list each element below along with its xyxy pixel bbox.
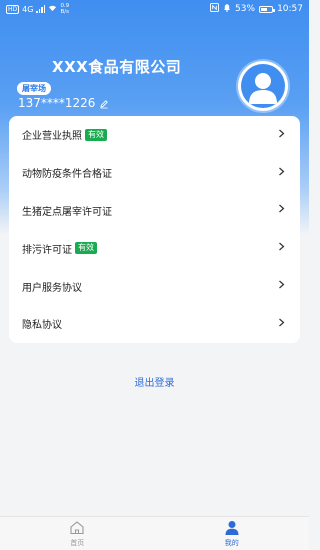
- chevron-right-icon: [278, 318, 285, 330]
- valid-badge: 有效: [85, 128, 107, 141]
- battery-percent: 53%: [235, 4, 256, 14]
- valid-badge: 有效: [75, 242, 97, 255]
- avatar[interactable]: [238, 61, 288, 111]
- menu-item-user-agreement[interactable]: 用户服务协议: [9, 267, 300, 305]
- phone-row[interactable]: 137****1226: [18, 96, 109, 110]
- tab-mine[interactable]: 我的: [155, 517, 310, 550]
- bell-icon: [223, 3, 231, 15]
- company-name: XXX食品有限公司: [52, 58, 182, 76]
- nfc-icon: [210, 2, 220, 15]
- chevron-right-icon: [278, 280, 285, 292]
- menu-item-label: 用户服务协议: [22, 282, 82, 294]
- wifi-icon: [48, 4, 57, 14]
- clock: 10:57: [277, 4, 303, 14]
- tab-mine-label: 我的: [224, 538, 239, 547]
- tab-home-label: 首页: [70, 538, 85, 547]
- menu-item-epidemic-certificate[interactable]: 动物防疫条件合格证: [9, 154, 300, 192]
- chevron-right-icon: [278, 204, 285, 216]
- chevron-right-icon: [278, 167, 285, 179]
- signal-icon: [36, 5, 46, 13]
- network-label: 4G: [22, 4, 34, 14]
- net-speed: 0.9 B/s: [60, 3, 70, 15]
- menu-item-label: 隐私协议: [22, 320, 62, 332]
- battery-icon: [259, 5, 276, 13]
- status-bar: HD 4G 0.9 B/s 53% 10:57: [0, 0, 309, 18]
- user-icon: [224, 520, 240, 537]
- menu-item-label: 动物防疫条件合格证: [22, 169, 112, 181]
- menu-item-business-license[interactable]: 企业营业执照 有效: [9, 116, 300, 154]
- role-badge: 屠宰场: [17, 82, 51, 95]
- logout-button[interactable]: 退出登录: [0, 374, 309, 389]
- menu-item-label: 生猪定点屠宰许可证: [22, 206, 112, 218]
- chevron-right-icon: [278, 129, 285, 141]
- menu-item-slaughter-permit[interactable]: 生猪定点屠宰许可证: [9, 192, 300, 230]
- tab-bar: 首页 我的: [0, 516, 309, 550]
- menu-item-privacy-agreement[interactable]: 隐私协议: [9, 305, 300, 343]
- menu-item-discharge-permit[interactable]: 排污许可证 有效: [9, 229, 300, 267]
- tab-home[interactable]: 首页: [0, 517, 155, 550]
- hd-indicator: HD: [6, 4, 20, 14]
- avatar-icon: [241, 64, 285, 108]
- chevron-right-icon: [278, 242, 285, 254]
- menu-item-label: 企业营业执照: [22, 131, 82, 143]
- home-icon: [69, 520, 85, 537]
- menu-item-label: 排污许可证: [22, 244, 72, 256]
- edit-icon[interactable]: [99, 98, 109, 109]
- phone-number: 137****1226: [18, 96, 96, 110]
- menu-card: 企业营业执照 有效 动物防疫条件合格证 生猪定点屠宰许可证 排污许可证 有效 用…: [9, 116, 300, 343]
